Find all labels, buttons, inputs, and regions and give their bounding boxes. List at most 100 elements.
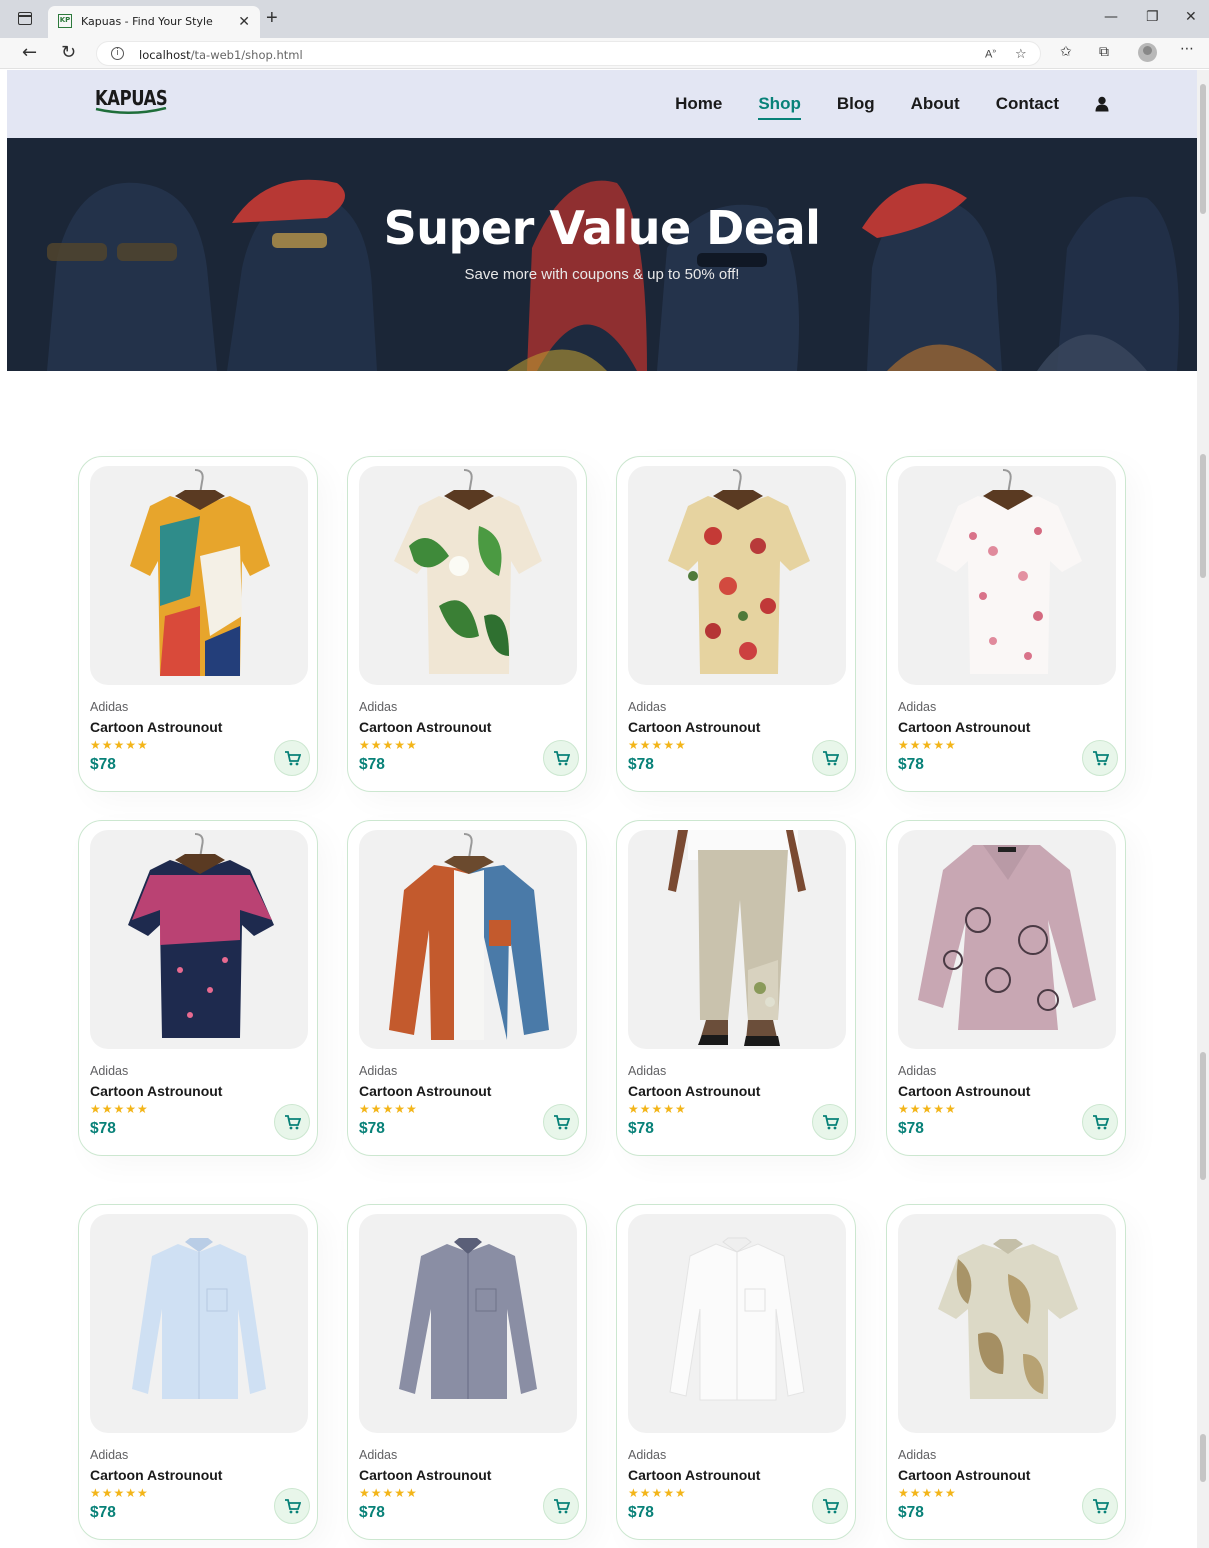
- product-brand: Adidas: [898, 700, 937, 714]
- add-to-cart-button[interactable]: [543, 740, 579, 776]
- product-image[interactable]: [90, 1214, 308, 1433]
- product-image[interactable]: [359, 830, 577, 1049]
- product-card[interactable]: Adidas Cartoon Astrounout ★★★★★ $78: [886, 456, 1126, 792]
- shirt-image-icon: [394, 469, 542, 674]
- product-price: $78: [898, 1504, 924, 1521]
- product-brand: Adidas: [628, 1064, 667, 1078]
- product-name[interactable]: Cartoon Astrounout: [898, 1083, 1030, 1099]
- product-image[interactable]: [359, 1214, 577, 1433]
- product-image[interactable]: [898, 466, 1116, 685]
- more-icon[interactable]: ⋯: [1180, 41, 1194, 57]
- product-image[interactable]: [90, 466, 308, 685]
- product-card[interactable]: Adidas Cartoon Astrounout ★★★★★ $78: [886, 1204, 1126, 1540]
- product-name[interactable]: Cartoon Astrounout: [90, 719, 222, 735]
- product-card[interactable]: Adidas Cartoon Astrounout ★★★★★ $78: [616, 456, 856, 792]
- product-card[interactable]: Adidas Cartoon Astrounout ★★★★★ $78: [78, 1204, 318, 1540]
- nav-contact[interactable]: Contact: [996, 94, 1059, 114]
- add-to-cart-button[interactable]: [1082, 1104, 1118, 1140]
- favorite-icon[interactable]: ☆: [1015, 46, 1027, 62]
- cart-icon: [285, 1115, 301, 1130]
- product-card[interactable]: Adidas Cartoon Astrounout ★★★★★ $78: [347, 1204, 587, 1540]
- refresh-icon[interactable]: ↻: [61, 42, 76, 63]
- shirt-image-icon: [389, 833, 549, 1040]
- collections-icon[interactable]: ⧉: [1099, 44, 1109, 60]
- scrollbar-thumb-2[interactable]: [1200, 454, 1206, 578]
- restore-icon[interactable]: ❐: [1146, 9, 1159, 25]
- url-field[interactable]: i localhost/ta-web1/shop.html A» ☆: [96, 41, 1041, 66]
- add-to-cart-button[interactable]: [274, 740, 310, 776]
- scrollbar-thumb[interactable]: [1200, 84, 1206, 214]
- url-path: /ta-web1/shop.html: [190, 48, 303, 62]
- nav-blog[interactable]: Blog: [837, 94, 875, 114]
- star-rating-icon: ★★★★★: [628, 1486, 687, 1500]
- product-brand: Adidas: [359, 700, 398, 714]
- add-to-cart-button[interactable]: [812, 740, 848, 776]
- product-image[interactable]: [898, 830, 1116, 1049]
- close-tab-icon[interactable]: ✕: [238, 13, 250, 30]
- product-brand: Adidas: [359, 1448, 398, 1462]
- product-name[interactable]: Cartoon Astrounout: [90, 1083, 222, 1099]
- product-card[interactable]: Adidas Cartoon Astrounout ★★★★★ $78: [347, 820, 587, 1156]
- product-card[interactable]: Adidas Cartoon Astrounout ★★★★★ $78: [616, 820, 856, 1156]
- read-aloud-icon[interactable]: A»: [985, 48, 996, 61]
- product-card[interactable]: Adidas Cartoon Astrounout ★★★★★ $78: [616, 1204, 856, 1540]
- nav-shop[interactable]: Shop: [758, 94, 801, 120]
- add-to-cart-button[interactable]: [812, 1104, 848, 1140]
- shirt-image-icon: [668, 469, 810, 674]
- product-name[interactable]: Cartoon Astrounout: [898, 1467, 1030, 1483]
- add-to-cart-button[interactable]: [274, 1488, 310, 1524]
- favorites-icon[interactable]: ✩: [1060, 44, 1072, 60]
- main-nav: Home Shop Blog About Contact: [639, 70, 1111, 138]
- shirt-image-icon: [130, 469, 270, 676]
- product-image[interactable]: [628, 1214, 846, 1433]
- add-to-cart-button[interactable]: [812, 1488, 848, 1524]
- product-image[interactable]: [898, 1214, 1116, 1433]
- new-tab-icon[interactable]: +: [266, 8, 278, 28]
- product-name[interactable]: Cartoon Astrounout: [359, 1083, 491, 1099]
- scrollbar-thumb-3[interactable]: [1200, 1052, 1206, 1180]
- user-icon[interactable]: [1095, 96, 1111, 112]
- product-name[interactable]: Cartoon Astrounout: [628, 1083, 760, 1099]
- product-brand: Adidas: [90, 700, 129, 714]
- product-name[interactable]: Cartoon Astrounout: [359, 1467, 491, 1483]
- star-rating-icon: ★★★★★: [898, 1486, 957, 1500]
- product-card[interactable]: Adidas Cartoon Astrounout ★★★★★ $78: [886, 820, 1126, 1156]
- product-image[interactable]: [628, 466, 846, 685]
- back-icon[interactable]: ←: [22, 42, 37, 63]
- product-brand: Adidas: [359, 1064, 398, 1078]
- product-name[interactable]: Cartoon Astrounout: [628, 719, 760, 735]
- cart-icon: [823, 1115, 839, 1130]
- logo-swoosh-icon: [95, 107, 167, 115]
- hero-title: Super Value Deal: [383, 201, 821, 255]
- product-image[interactable]: [90, 830, 308, 1049]
- minimize-icon[interactable]: —: [1104, 9, 1118, 25]
- page-scrollbar[interactable]: [1197, 70, 1209, 1548]
- product-card[interactable]: Adidas Cartoon Astrounout ★★★★★ $78: [78, 456, 318, 792]
- add-to-cart-button[interactable]: [543, 1488, 579, 1524]
- product-name[interactable]: Cartoon Astrounout: [898, 719, 1030, 735]
- close-window-icon[interactable]: ✕: [1185, 9, 1197, 25]
- star-rating-icon: ★★★★★: [90, 1102, 149, 1116]
- product-image[interactable]: [359, 466, 577, 685]
- logo[interactable]: KAPUAS: [95, 86, 175, 120]
- add-to-cart-button[interactable]: [543, 1104, 579, 1140]
- nav-about[interactable]: About: [911, 94, 960, 114]
- window-icon[interactable]: [18, 12, 32, 25]
- product-card[interactable]: Adidas Cartoon Astrounout ★★★★★ $78: [78, 820, 318, 1156]
- product-image[interactable]: [628, 830, 846, 1049]
- shirt-image-icon: [938, 1239, 1078, 1399]
- info-icon[interactable]: i: [111, 47, 124, 60]
- product-name[interactable]: Cartoon Astrounout: [90, 1467, 222, 1483]
- cart-icon: [1093, 1499, 1109, 1514]
- add-to-cart-button[interactable]: [1082, 740, 1118, 776]
- profile-icon[interactable]: [1138, 43, 1157, 62]
- nav-home[interactable]: Home: [675, 94, 722, 114]
- add-to-cart-button[interactable]: [274, 1104, 310, 1140]
- product-card[interactable]: Adidas Cartoon Astrounout ★★★★★ $78: [347, 456, 587, 792]
- scrollbar-thumb-4[interactable]: [1200, 1434, 1206, 1482]
- product-name[interactable]: Cartoon Astrounout: [359, 719, 491, 735]
- add-to-cart-button[interactable]: [1082, 1488, 1118, 1524]
- browser-tab[interactable]: KP Kapuas - Find Your Style ✕: [48, 6, 260, 38]
- shirt-image-icon: [669, 1237, 805, 1401]
- product-name[interactable]: Cartoon Astrounout: [628, 1467, 760, 1483]
